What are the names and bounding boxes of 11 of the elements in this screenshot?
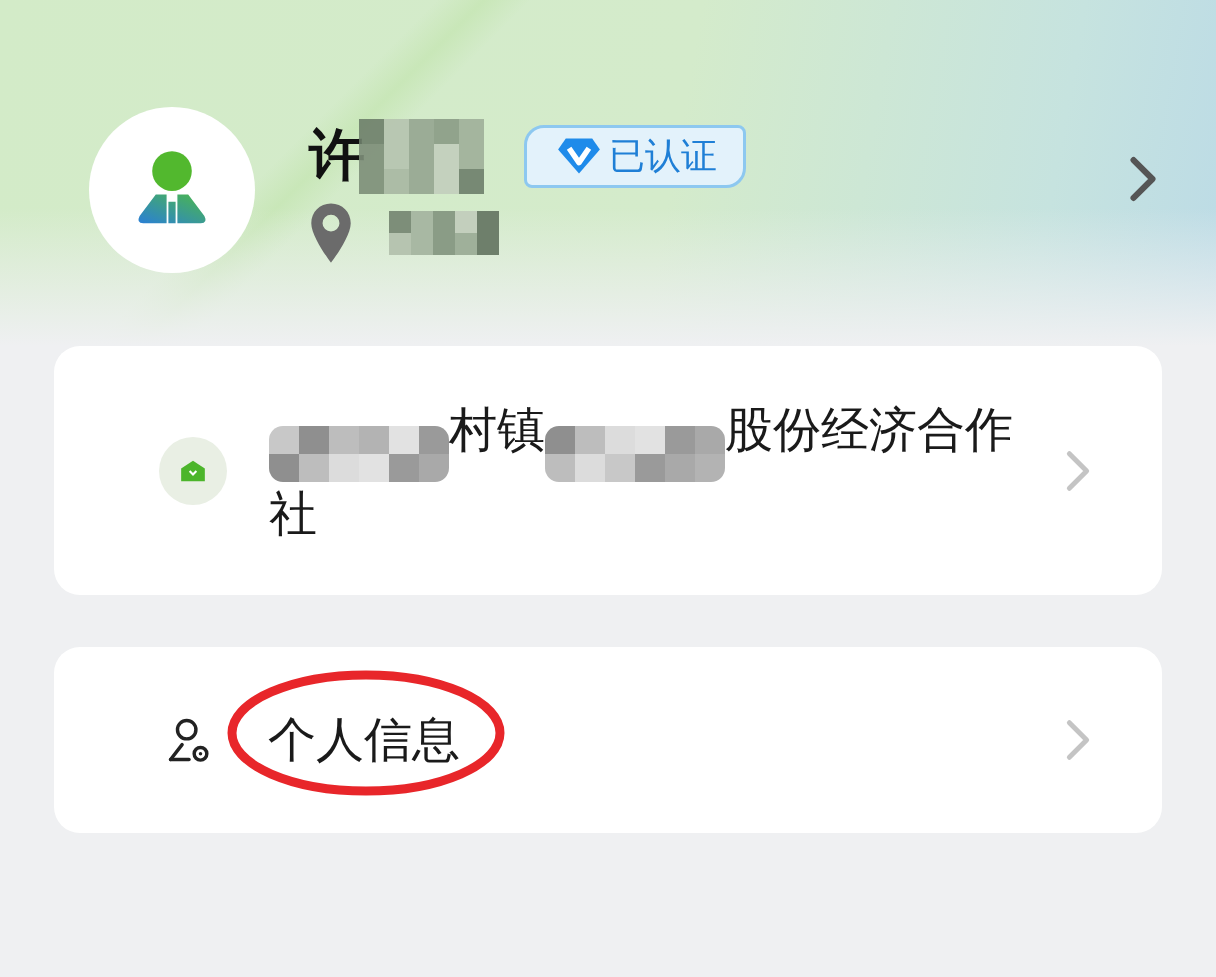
menu-label: 个人信息 [268, 711, 460, 767]
organization-card[interactable]: 村镇 股份经济合作社 [54, 346, 1162, 595]
chevron-right-icon[interactable] [1128, 156, 1158, 202]
menu-item[interactable]: 个人信息 [54, 647, 1162, 833]
chevron-right-icon [1064, 719, 1092, 761]
v-diamond-icon [557, 136, 601, 176]
chevron-right-icon [1064, 449, 1092, 492]
verified-label: 已认证 [609, 133, 717, 178]
organization-name: 村镇 股份经济合作社 [269, 399, 1014, 543]
location-pin-icon [309, 202, 353, 264]
user-name: 许 [309, 121, 365, 189]
